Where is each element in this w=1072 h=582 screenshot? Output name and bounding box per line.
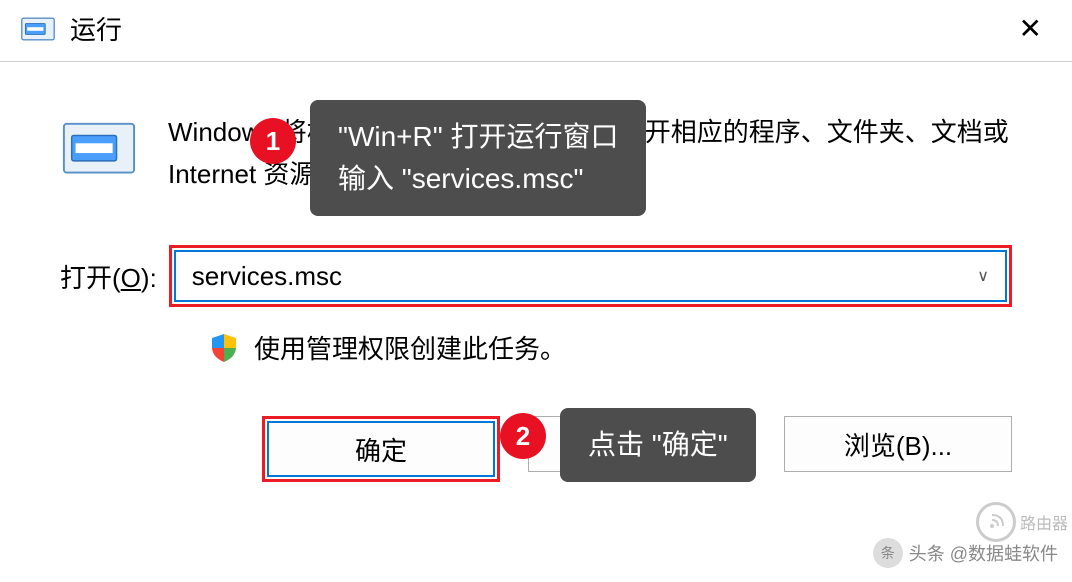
input-row: 打开(O): ∨: [60, 245, 1012, 307]
title-bar: 运行 ✕: [0, 0, 1072, 62]
annotation-callout-2: 点击 "确定": [560, 408, 756, 482]
annotation-badge-1: 1: [250, 118, 296, 164]
title-bar-left: 运行: [20, 10, 122, 47]
watermark-corner-text: 路由器: [1020, 510, 1068, 534]
open-combobox[interactable]: ∨: [174, 250, 1007, 302]
dialog-title: 运行: [70, 10, 122, 47]
browse-button[interactable]: 浏览(B)...: [784, 416, 1012, 472]
chevron-down-icon[interactable]: ∨: [977, 266, 989, 286]
open-input[interactable]: [192, 261, 977, 292]
shield-icon: [210, 333, 238, 363]
ok-button[interactable]: 确定: [267, 421, 495, 477]
callout-1-line-1: "Win+R" 打开运行窗口: [338, 116, 618, 158]
admin-privilege-text: 使用管理权限创建此任务。: [254, 329, 566, 366]
callout-1-line-2: 输入 "services.msc": [338, 158, 618, 200]
ok-button-highlight-frame: 确定: [262, 416, 500, 482]
router-icon: [976, 502, 1016, 542]
admin-privilege-row: 使用管理权限创建此任务。: [210, 329, 1012, 366]
annotation-callout-1: "Win+R" 打开运行窗口 输入 "services.msc": [310, 100, 646, 216]
close-button[interactable]: ✕: [1009, 12, 1052, 45]
open-label: 打开(O):: [60, 258, 157, 295]
run-icon-large: [60, 116, 138, 182]
annotation-badge-2: 2: [500, 413, 546, 459]
watermark-logo-icon: 条: [873, 538, 903, 568]
input-highlight-frame: ∨: [169, 245, 1012, 307]
watermark-corner: 路由器: [976, 502, 1068, 542]
watermark-text: 头条 @数据蛙软件: [909, 540, 1058, 566]
browse-button-wrapper: 浏览(B)...: [784, 416, 1012, 482]
run-dialog-icon: [20, 14, 56, 44]
watermark: 条 头条 @数据蛙软件: [873, 538, 1058, 568]
